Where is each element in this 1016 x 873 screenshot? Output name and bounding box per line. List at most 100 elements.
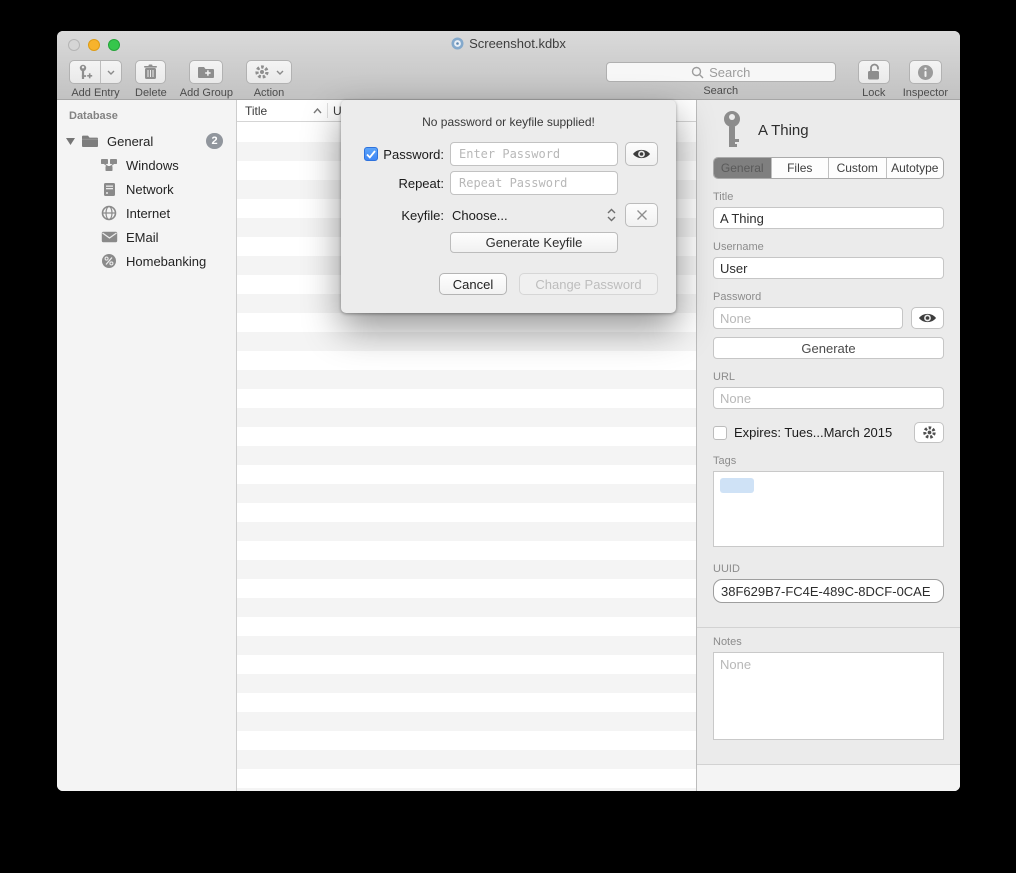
inspector-label: Inspector: [903, 87, 948, 99]
title-proxy: Screenshot.kdbx: [57, 36, 960, 51]
title-field-label: Title: [713, 191, 944, 203]
change-password-dialog: No password or keyfile supplied! Passwor…: [341, 100, 676, 313]
sidebar: Database General 2 Windows: [57, 100, 237, 791]
generate-keyfile-button[interactable]: Generate Keyfile: [450, 232, 618, 253]
action-label: Action: [254, 87, 285, 99]
keyfile-left-zone: Keyfile:: [359, 208, 444, 223]
title-field[interactable]: [713, 207, 944, 229]
enter-password-field[interactable]: [450, 142, 618, 166]
repeat-left-zone: Repeat:: [359, 176, 444, 191]
notes-field[interactable]: [713, 652, 944, 740]
cancel-button[interactable]: Cancel: [439, 273, 507, 295]
disclosure-triangle-icon[interactable]: [64, 138, 77, 145]
add-group-label: Add Group: [180, 87, 233, 99]
action-button[interactable]: [246, 60, 292, 84]
add-group-item: Add Group: [180, 60, 233, 99]
sidebar-item-label: Windows: [126, 158, 179, 173]
sidebar-item-label: Homebanking: [126, 254, 206, 269]
expires-options-button[interactable]: [914, 422, 944, 443]
tags-box[interactable]: [713, 471, 944, 547]
eye-icon: [918, 312, 937, 324]
password-checkbox[interactable]: [364, 147, 378, 161]
chevron-down-icon: [107, 70, 115, 75]
dialog-password-label: Password:: [383, 147, 444, 162]
tab-autotype[interactable]: Autotype: [887, 158, 944, 178]
sidebar-item-windows[interactable]: Windows: [57, 153, 236, 177]
repeat-password-field[interactable]: [450, 171, 618, 195]
dialog-message: No password or keyfile supplied!: [359, 100, 658, 129]
generate-password-button[interactable]: Generate: [713, 337, 944, 359]
search-icon: [691, 66, 704, 79]
homebanking-percent-icon: [100, 253, 118, 269]
add-entry-label: Add Entry: [71, 87, 119, 99]
sidebar-item-general[interactable]: General 2: [57, 129, 236, 153]
inspector-item: Inspector: [903, 60, 948, 99]
dialog-keyfile-label: Keyfile:: [401, 208, 444, 223]
username-field-label: Username: [713, 241, 944, 253]
entry-count-badge: 2: [206, 133, 223, 149]
tag-chip[interactable]: [720, 478, 754, 493]
key-icon: [721, 110, 743, 150]
expires-checkbox[interactable]: [713, 426, 727, 440]
email-envelope-icon: [100, 231, 118, 243]
tab-files[interactable]: Files: [772, 158, 830, 178]
entry-title: A Thing: [758, 122, 809, 139]
network-group-icon: [100, 182, 118, 197]
key-plus-icon[interactable]: [70, 61, 100, 83]
add-entry-button[interactable]: [69, 60, 122, 84]
password-left-zone: Password:: [359, 147, 444, 162]
sidebar-item-label: Internet: [126, 206, 170, 221]
column-header-username[interactable]: U: [328, 104, 342, 118]
delete-label: Delete: [135, 87, 167, 99]
uuid-field[interactable]: [713, 579, 944, 603]
tab-general[interactable]: General: [714, 158, 772, 178]
inspector-button[interactable]: [909, 60, 942, 84]
keyfile-popup-button[interactable]: Choose...: [450, 203, 618, 227]
search-item: Search Search: [606, 60, 836, 97]
column-header-title[interactable]: Title: [237, 100, 327, 121]
search-label: Search: [703, 85, 738, 97]
expires-label: Expires: Tues...March 2015: [734, 425, 907, 440]
tab-custom[interactable]: Custom: [829, 158, 887, 178]
titlebar[interactable]: Screenshot.kdbx: [57, 31, 960, 57]
url-field[interactable]: [713, 387, 944, 409]
sidebar-item-email[interactable]: EMail: [57, 225, 236, 249]
sidebar-item-label: EMail: [126, 230, 159, 245]
search-input[interactable]: Search: [606, 62, 836, 82]
lock-item: Lock: [858, 60, 890, 99]
gear-icon: [254, 64, 270, 80]
add-group-button[interactable]: [189, 60, 223, 84]
lock-button[interactable]: [858, 60, 890, 84]
clear-keyfile-button[interactable]: [625, 203, 658, 227]
password-row: [713, 307, 944, 329]
add-entry-dropdown[interactable]: [100, 61, 121, 83]
internet-globe-icon: [100, 205, 118, 221]
sidebar-item-internet[interactable]: Internet: [57, 201, 236, 225]
sidebar-item-network[interactable]: Network: [57, 177, 236, 201]
change-password-button[interactable]: Change Password: [519, 273, 658, 295]
window-header: Screenshot.kdbx Add Entry D: [57, 31, 960, 100]
inspector-divider: [697, 627, 960, 628]
delete-button[interactable]: [135, 60, 166, 84]
windows-group-icon: [100, 158, 118, 172]
notes-field-label: Notes: [713, 636, 944, 648]
username-field[interactable]: [713, 257, 944, 279]
column-title-label: Title: [245, 104, 267, 118]
lock-label: Lock: [862, 87, 885, 99]
keyfile-dialog-row: Keyfile: Choose...: [359, 203, 658, 227]
keyfile-popup-value: Choose...: [452, 208, 508, 223]
sidebar-item-homebanking[interactable]: Homebanking: [57, 249, 236, 273]
eye-icon: [632, 148, 651, 160]
tags-field-label: Tags: [713, 455, 944, 467]
reveal-password-button[interactable]: [911, 307, 944, 329]
toolbar: Add Entry Delete Add Group Action: [57, 57, 960, 99]
folder-icon: [81, 134, 99, 148]
document-proxy-icon: [451, 37, 464, 50]
inspector-footer: [697, 764, 960, 791]
trash-icon: [143, 64, 158, 80]
password-field[interactable]: [713, 307, 903, 329]
macpass-window: Screenshot.kdbx Add Entry D: [57, 31, 960, 791]
clear-x-icon: [636, 209, 648, 221]
reveal-password-button[interactable]: [625, 142, 658, 166]
delete-item: Delete: [135, 60, 167, 99]
